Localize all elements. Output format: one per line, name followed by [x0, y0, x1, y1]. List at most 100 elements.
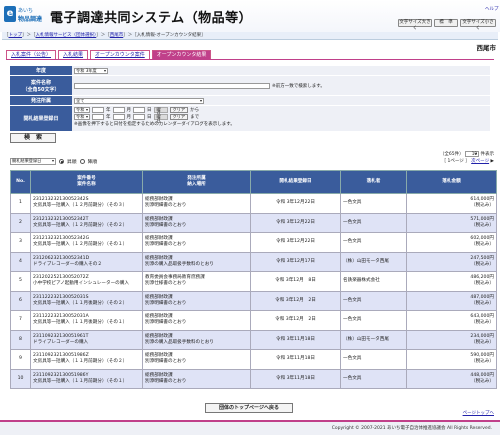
breadcrumb-top[interactable]: トップ	[9, 33, 23, 38]
row-date: 令和 3年11月18日	[250, 349, 341, 370]
from-month-input[interactable]	[112, 107, 125, 113]
row-tax: （税込み）	[471, 320, 494, 326]
row-name[interactable]: 文房具等一括購入（１２月前期分）（その３）	[33, 203, 127, 208]
next-page-link[interactable]: 次ページ	[471, 159, 489, 164]
breadcrumb-city[interactable]: 西尾市	[110, 33, 124, 38]
tab-bid-notices[interactable]: 入札案件（公告）	[6, 50, 57, 59]
to-weekday: 曜日	[153, 114, 168, 123]
table-row[interactable]: 3 231213232130052342G 文房具等一括購入（１２月前期分）（その１…	[10, 232, 497, 253]
row-section: 総務部財政課	[145, 255, 173, 261]
to-year-input[interactable]	[92, 114, 104, 120]
row-date: 令和 3年12月 8日	[250, 271, 341, 292]
row-amount: 590,000円	[470, 353, 494, 359]
row-name[interactable]: 文房具等一括購入（１２月前期分）（その１）	[33, 242, 127, 247]
row-tax: （税込み）	[471, 300, 494, 306]
table-row[interactable]: 5 231202252130052072Z 小中学校ピアノ起動用インシュレーターの購…	[10, 271, 497, 292]
row-name[interactable]: 小中学校ピアノ起動用インシュレーターの購入	[33, 281, 129, 286]
row-section: 総務部財政課	[145, 236, 173, 242]
row-name[interactable]: 文房具等一括購入（１１月前期分）（その２）	[33, 359, 127, 364]
from-clear-button[interactable]: クリア	[169, 107, 189, 113]
text-size-standard-button[interactable]: 標 準	[434, 19, 458, 27]
tab-open-counter-results[interactable]: オープンカウンタ結果	[151, 50, 212, 59]
col-name: 案件名称	[77, 182, 96, 187]
row-no: 9	[10, 349, 31, 370]
logo: e あいち 物品調達	[4, 6, 46, 26]
row-name[interactable]: 文房具等一括購入（１１月前期分）（その１）	[33, 379, 127, 384]
row-name[interactable]: 文房具等一括購入（１１月後期分）（その１）	[33, 320, 127, 325]
breadcrumb-service[interactable]: 入札情報サービス（団体選択）	[36, 33, 97, 38]
sort-asc-label: 昇順	[67, 160, 77, 165]
from-year-input[interactable]	[92, 107, 104, 113]
row-section: 総務部財政課	[145, 294, 173, 300]
to-era-select[interactable]: 令和	[74, 114, 90, 120]
sort-desc-radio[interactable]	[79, 159, 85, 164]
col-place: 納入場所	[187, 182, 206, 187]
row-place: 別添明細書のとおり	[145, 203, 187, 209]
row-tax: （税込み）	[471, 242, 494, 248]
row-section: 総務部財政課	[145, 333, 173, 339]
logo-top-text: あいち	[18, 8, 34, 14]
row-date: 令和 3年12月 2日	[250, 290, 341, 311]
row-name[interactable]: ドライブレコーダーの購入	[33, 340, 88, 345]
row-section: 総務部財政課	[145, 353, 173, 359]
table-row[interactable]: 7 231122232130052031A 文房具等一括購入（１１月後期分）（その１…	[10, 310, 497, 331]
tab-open-counter[interactable]: オープンカウンタ案件	[90, 50, 150, 59]
row-place: 別添明細書のとおり	[145, 320, 187, 326]
table-row[interactable]: 10 231109232130051986Y 文房具等一括購入（１１月前期分）（その…	[10, 368, 497, 389]
row-name[interactable]: 文房具等一括購入（１２月前期分）（その２）	[33, 223, 127, 228]
row-amount: 614,000円	[470, 197, 494, 203]
per-page-select[interactable]: 10	[465, 151, 480, 157]
name-input[interactable]	[74, 82, 270, 89]
row-amount: 486,200円	[470, 275, 494, 281]
search-button[interactable]: 検 索	[10, 133, 56, 143]
from-era-select[interactable]: 令和	[74, 107, 90, 113]
row-id: 231202252130052072Z	[33, 275, 89, 281]
to-month-input[interactable]	[112, 114, 125, 120]
row-place: 別添の購入品取扱手数料のとおり	[145, 261, 214, 267]
year-select[interactable]: 令和 3年度	[74, 67, 108, 74]
text-size-large-button[interactable]: 文字サイズ大きく	[398, 19, 432, 31]
from-day-input[interactable]	[133, 107, 145, 113]
per-page-unit: 件表示	[480, 152, 495, 157]
year-label: 年度	[10, 66, 72, 75]
date-label: 開札結果登録日	[10, 106, 72, 131]
breadcrumb: ［トップ］＞［入札情報サービス（団体選択）］＞［西尾市］＞［入札情報-オープンカ…	[2, 32, 498, 40]
tab-bid-results[interactable]: 入札結果	[58, 50, 89, 59]
table-header: No. 案件番号 案件名称 発注所属 納入場所 開札結果登録日 落札者 落札金額	[10, 170, 497, 194]
help-link[interactable]: ヘルプ	[485, 6, 499, 12]
page-top-link[interactable]: ページトップへ	[463, 410, 494, 416]
table-row[interactable]: 8 231109232130051961T ドライブレコーダーの購入 総務部財政課 別添…	[10, 329, 497, 350]
row-no: 3	[10, 232, 31, 253]
row-place: 別添の購入品取扱手数料のとおり	[145, 339, 214, 345]
row-tax: （税込み）	[471, 203, 494, 209]
col-section: 発注所属	[187, 176, 206, 181]
section-select[interactable]: 全て	[74, 97, 204, 104]
back-to-org-top-button[interactable]: 団体のトップページへ戻る	[205, 403, 293, 413]
sort-asc-radio[interactable]	[59, 159, 64, 164]
from-text: から	[190, 108, 200, 113]
copyright: Copyright © 2007-2021 あいち電子自治体推進協議会 All …	[331, 426, 492, 431]
row-section: 教育委員会事務局教育庶務課	[145, 275, 205, 281]
sort-controls: 開札結果登録日 昇順 降順	[10, 158, 97, 165]
tab-underline	[6, 59, 494, 60]
system-title: 電子調達共同システム（物品等）	[50, 11, 253, 26]
next-arrow-icon[interactable]: ▶	[491, 159, 494, 164]
row-name[interactable]: 文房具等一括購入（１１月後期分）（その２）	[33, 301, 127, 306]
col-id: 案件番号	[77, 176, 96, 181]
table-row[interactable]: 9 231109232130051986Z 文房具等一括購入（１１月前期分）（その２…	[10, 349, 497, 370]
date-hint: ※画像を押下すると日付を指定するためのカレンダーダイアログを表示します。	[74, 122, 235, 127]
result-count: （全65件）	[439, 152, 464, 157]
to-day-input[interactable]	[133, 114, 145, 120]
table-row[interactable]: 4 231206232130052341D ドライブレコーダーの購入その２ 総務部財政…	[10, 251, 497, 272]
table-row[interactable]: 2 231213232130052342T 文房具等一括購入（１２月前期分）（その２…	[10, 212, 497, 233]
sort-select[interactable]: 開札結果登録日	[10, 158, 56, 165]
row-winner: （株）山田モータ西尾	[340, 251, 407, 272]
row-name[interactable]: ドライブレコーダーの購入その２	[33, 262, 102, 267]
table-row[interactable]: 6 231122232130052031S 文房具等一括購入（１１月後期分）（その２…	[10, 290, 497, 311]
row-winner: 一色文具	[340, 232, 407, 253]
to-clear-button[interactable]: クリア	[169, 114, 189, 120]
row-date: 令和 3年12月 2日	[250, 310, 341, 331]
text-size-small-button[interactable]: 文字サイズ小さく	[460, 19, 496, 31]
row-no: 10	[10, 368, 31, 389]
table-row[interactable]: 1 231213232130052342S 文房具等一括購入（１２月前期分）（その３…	[10, 193, 497, 214]
